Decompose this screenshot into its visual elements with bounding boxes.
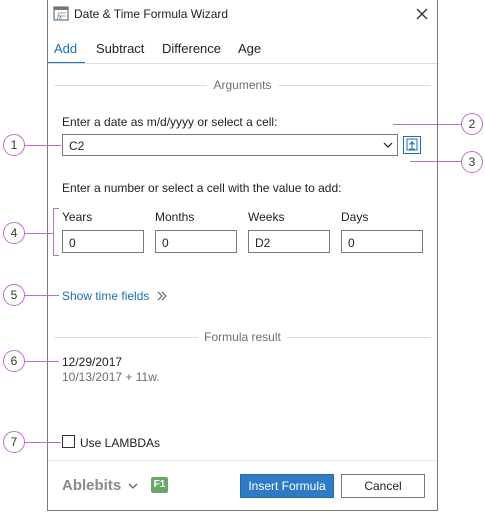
tab-add[interactable]: Add [54, 41, 77, 56]
date-combobox[interactable]: C2 [62, 134, 398, 156]
callout-4-bracket-top [53, 208, 59, 209]
years-value: 0 [69, 236, 76, 250]
use-lambdas-checkbox[interactable] [62, 435, 75, 448]
callout-4-leader [24, 233, 53, 234]
result-explanation: 10/13/2017 + 11w. [62, 370, 160, 384]
tab-difference[interactable]: Difference [162, 41, 221, 56]
callout-6-leader [24, 361, 59, 362]
callout-4: 4 [3, 222, 25, 244]
years-input[interactable]: 0 [62, 230, 144, 253]
days-label: Days [341, 210, 369, 224]
months-input[interactable]: 0 [155, 230, 237, 253]
svg-text:fx: fx [57, 13, 63, 21]
select-range-button[interactable] [403, 136, 421, 154]
days-value: 0 [348, 236, 355, 250]
callout-1-leader [24, 145, 61, 146]
number-prompt: Enter a number or select a cell with the… [62, 181, 342, 195]
date-prompt: Enter a date as m/d/yyyy or select a cel… [62, 115, 278, 129]
calendar-formula-icon: fx [53, 6, 69, 21]
weeks-input[interactable]: D2 [248, 230, 330, 253]
callout-5-leader [24, 295, 59, 296]
footer-divider [48, 460, 437, 461]
callout-4-bracket-bottom [53, 255, 59, 256]
chevron-down-icon[interactable] [128, 482, 138, 490]
callout-7-leader [24, 442, 61, 443]
arguments-section-header: Arguments [48, 78, 437, 92]
close-icon[interactable] [413, 5, 431, 23]
callout-3-leader [410, 161, 462, 162]
collapse-dialog-icon [406, 138, 418, 151]
help-f1-badge[interactable]: F1 [151, 477, 168, 493]
callout-2: 2 [461, 113, 483, 135]
result-heading: Formula result [198, 330, 287, 344]
formula-wizard-dialog: fx Date & Time Formula Wizard Add Subtra… [47, 0, 438, 511]
insert-formula-button[interactable]: Insert Formula [240, 474, 334, 498]
callout-3: 3 [461, 151, 483, 173]
years-label: Years [62, 210, 93, 224]
result-value: 12/29/2017 [62, 355, 123, 369]
months-value: 0 [162, 236, 169, 250]
callout-4-bracket [53, 208, 54, 256]
chevron-down-icon[interactable] [382, 139, 394, 151]
tab-age[interactable]: Age [238, 41, 261, 56]
callout-7: 7 [3, 431, 25, 453]
callout-2-leader [393, 124, 462, 125]
cancel-button[interactable]: Cancel [341, 474, 425, 498]
use-lambdas-label[interactable]: Use LAMBDAs [80, 436, 160, 450]
title-bar: fx Date & Time Formula Wizard [48, 0, 437, 28]
callout-1: 1 [3, 134, 25, 156]
ablebits-logo[interactable]: Ablebits [62, 477, 121, 494]
result-section-header: Formula result [48, 330, 437, 344]
double-chevron-right-icon[interactable] [156, 289, 168, 303]
date-value: C2 [69, 139, 85, 153]
show-time-fields-link[interactable]: Show time fields [62, 289, 149, 303]
tab-strip: Add Subtract Difference Age [48, 36, 437, 64]
days-input[interactable]: 0 [341, 230, 423, 253]
callout-5: 5 [3, 284, 25, 306]
tab-subtract[interactable]: Subtract [96, 41, 144, 56]
arguments-heading: Arguments [207, 78, 278, 92]
weeks-label: Weeks [248, 210, 285, 224]
weeks-value: D2 [255, 236, 271, 250]
window-title: Date & Time Formula Wizard [74, 7, 229, 21]
months-label: Months [155, 210, 195, 224]
tabs-divider [48, 63, 437, 64]
callout-6: 6 [3, 350, 25, 372]
